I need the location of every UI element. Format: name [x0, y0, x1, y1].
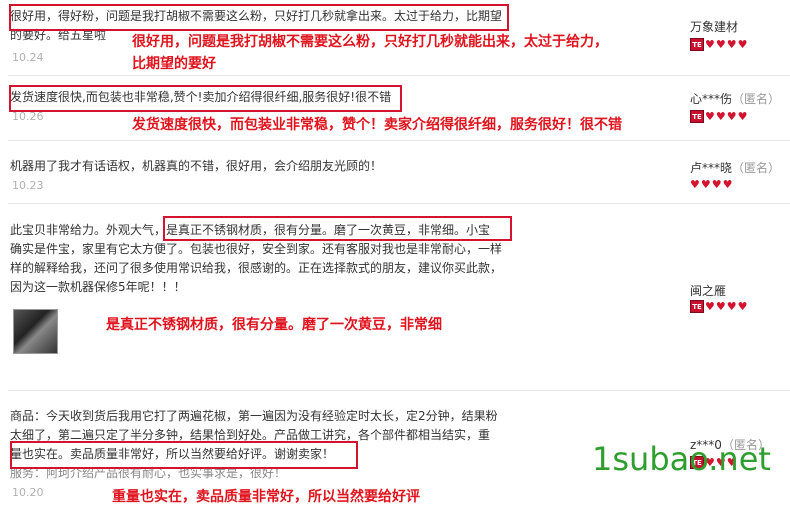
heart-icon: ♥ [705, 37, 715, 51]
annotation: 很好用，问题是我打胡椒不需要这么粉，只好打几秒就能出来，太过于给力， 比期望的要… [132, 31, 608, 75]
heart-icon: ♥ [726, 299, 737, 313]
review-text-line: 因为这一款机器保修5年呢！！！ [10, 280, 186, 294]
heart-icon: ♥ [715, 109, 726, 123]
divider [8, 140, 790, 141]
heart-icon: ♥ [737, 109, 748, 123]
divider [8, 390, 790, 391]
reviewer-rank-badge: TE ♥ ♥ ♥ ♥ [690, 110, 748, 123]
annotation-line: 重量也实在，卖品质量非常好，所以当然要给好评 [112, 489, 420, 505]
annotation: 是真正不锈钢材质，很有分量。磨了一次黄豆，非常细 [106, 314, 442, 336]
heart-icon: ♥ [711, 178, 722, 191]
divider [8, 203, 790, 204]
highlight-box [10, 441, 358, 469]
heart-icon: ♥ [705, 299, 715, 313]
annotation-line: 发货速度很快，而包装业非常稳，赞个！卖家介绍得很纤细，服务很好！很不错 [132, 117, 622, 133]
heart-icon: ♥ [726, 37, 737, 51]
reviewer-rank-badge: TE ♥ ♥ ♥ ♥ [690, 300, 748, 313]
highlight-box [9, 85, 402, 112]
heart-icon: ♥ [715, 37, 726, 51]
review-text-line: 机器用了我才有话语权，机器真的不错，很好用，会介绍朋友光顾的！ [10, 159, 383, 173]
reviewer-name[interactable]: 心***伤（匿名） [690, 90, 780, 107]
reviewer-name[interactable]: 闽之雁 [690, 282, 726, 299]
heart-icon: ♥ [690, 178, 700, 191]
heart-icon: ♥ [722, 178, 733, 191]
rank-icon: TE [690, 110, 704, 123]
heart-icon: ♥ [737, 299, 748, 313]
review-date: 10.24 [12, 51, 44, 64]
annotation-line: 很好用，问题是我打胡椒不需要这么粉，只好打几秒就能出来，太过于给力， [132, 34, 608, 50]
heart-icon: ♥ [700, 178, 711, 191]
divider [8, 75, 790, 76]
rank-icon: TE [690, 38, 704, 51]
product-photo-thumbnail[interactable] [13, 309, 58, 354]
rank-icon: TE [690, 300, 704, 313]
review-text-line: 样的解释给我，还问了很多使用常识给我，很感谢的。正在选择款式的朋友，建议你买此款… [10, 261, 503, 275]
review-date: 10.23 [12, 179, 44, 192]
heart-icon: ♥ [726, 109, 737, 123]
annotation: 重量也实在，卖品质量非常好，所以当然要给好评 [112, 486, 420, 508]
review-date: 10.20 [12, 486, 44, 499]
reviewer-name[interactable]: 卢***晓（匿名） [690, 159, 780, 176]
annotation: 发货速度很快，而包装业非常稳，赞个！卖家介绍得很纤细，服务很好！很不错 [132, 114, 622, 136]
review-3-text: 机器用了我才有话语权，机器真的不错，很好用，会介绍朋友光顾的！ [10, 157, 382, 176]
highlight-box [163, 216, 512, 241]
review-text-line: 确实是件宝，家里有它太方便了。包装也很好，安全到家。还有客服对我也是非常耐心，一… [10, 242, 503, 256]
reviewer-name[interactable]: 万象建材 [690, 18, 738, 35]
annotation-line: 是真正不锈钢材质，很有分量。磨了一次黄豆，非常细 [106, 317, 442, 333]
highlight-box [9, 4, 509, 31]
heart-icon: ♥ [737, 37, 748, 51]
heart-icon: ♥ [705, 109, 715, 123]
reviewer-rank-badge: TE ♥ ♥ ♥ ♥ [690, 38, 748, 51]
heart-icon: ♥ [715, 299, 726, 313]
review-text-line: 商品：今天收到货后我用它打了两遍花椒，第一遍因为没有经验定时太长，定2分钟，结果… [10, 409, 498, 423]
site-watermark: 1subao.net [592, 440, 771, 478]
annotation-line: 比期望的要好 [132, 56, 216, 72]
reviewer-rank-badge: ♥ ♥ ♥ ♥ [690, 179, 733, 191]
